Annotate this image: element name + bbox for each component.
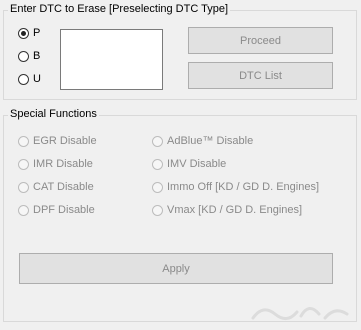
option-vmax-indicator <box>152 204 163 216</box>
option-imr-label: IMR Disable <box>33 158 93 170</box>
radio-u-label: U <box>33 73 41 85</box>
dtc-group-title: Enter DTC to Erase [Preselecting DTC Typ… <box>8 3 231 15</box>
option-egr-disable[interactable]: EGR Disable <box>18 133 97 149</box>
option-immo-off[interactable]: Immo Off [KD / GD D. Engines] <box>152 179 319 195</box>
special-functions-group: Special Functions EGR Disable IMR Disabl… <box>3 108 357 322</box>
option-imv-indicator <box>152 158 163 170</box>
option-imr-indicator <box>18 158 29 170</box>
radio-b-indicator <box>18 50 29 62</box>
option-vmax[interactable]: Vmax [KD / GD D. Engines] <box>152 202 302 218</box>
radio-p-indicator <box>18 27 29 39</box>
option-cat-indicator <box>18 181 29 193</box>
special-group-title: Special Functions <box>8 108 99 120</box>
apply-button[interactable]: Apply <box>19 253 333 284</box>
option-adblue-label: AdBlue™ Disable <box>167 135 254 147</box>
dtc-list-button[interactable]: DTC List <box>188 62 333 89</box>
radio-p[interactable]: P <box>18 25 40 41</box>
dtc-code-input[interactable] <box>60 29 163 90</box>
dtc-erase-group: Enter DTC to Erase [Preselecting DTC Typ… <box>3 3 357 100</box>
radio-b-label: B <box>33 50 41 62</box>
option-immo-label: Immo Off [KD / GD D. Engines] <box>167 181 320 193</box>
option-cat-label: CAT Disable <box>33 181 94 193</box>
option-imr-disable[interactable]: IMR Disable <box>18 156 93 172</box>
option-imv-label: IMV Disable <box>167 158 227 170</box>
option-egr-label: EGR Disable <box>33 135 97 147</box>
option-dpf-indicator <box>18 204 29 216</box>
option-vmax-label: Vmax [KD / GD D. Engines] <box>167 204 303 216</box>
proceed-button[interactable]: Proceed <box>188 27 333 54</box>
option-dpf-disable[interactable]: DPF Disable <box>18 202 95 218</box>
radio-b[interactable]: B <box>18 48 40 64</box>
option-adblue-disable[interactable]: AdBlue™ Disable <box>152 133 253 149</box>
option-imv-disable[interactable]: IMV Disable <box>152 156 226 172</box>
option-immo-indicator <box>152 181 163 193</box>
option-cat-disable[interactable]: CAT Disable <box>18 179 94 195</box>
option-egr-indicator <box>18 135 29 147</box>
radio-u[interactable]: U <box>18 71 41 87</box>
option-adblue-indicator <box>152 135 163 147</box>
radio-p-label: P <box>33 27 41 39</box>
option-dpf-label: DPF Disable <box>33 204 95 216</box>
radio-u-indicator <box>18 73 29 85</box>
